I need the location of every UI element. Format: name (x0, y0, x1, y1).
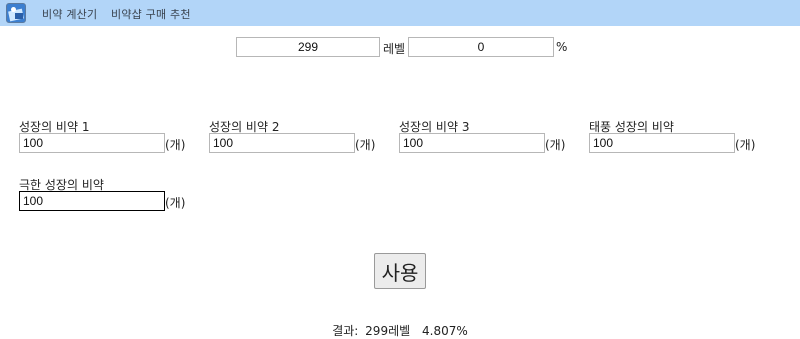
use-button[interactable]: 사용 (374, 253, 426, 289)
percent-label: % (556, 40, 568, 54)
typhoon-potion-unit: (개) (735, 138, 756, 152)
potion-1-input[interactable] (19, 133, 165, 153)
result-level: 299레벨 (365, 324, 411, 338)
typhoon-potion-input[interactable] (589, 133, 735, 153)
potion-3-unit: (개) (545, 138, 566, 152)
top-navbar: 비약 계산기 비약샵 구매 추천 (0, 0, 800, 26)
level-label: 레벨 (383, 42, 406, 56)
app-logo-icon[interactable] (6, 3, 26, 23)
level-input[interactable] (236, 37, 380, 57)
nav-potion-shop-recommend[interactable]: 비약샵 구매 추천 (111, 6, 191, 22)
potion-2-input[interactable] (209, 133, 355, 153)
potion-1-unit: (개) (165, 138, 186, 152)
extreme-potion-input[interactable] (19, 191, 165, 211)
potion-2-unit: (개) (355, 138, 376, 152)
result-percent: 4.807% (422, 324, 468, 338)
result-prefix: 결과: (332, 324, 359, 338)
percent-input[interactable] (408, 37, 554, 57)
result-line: 결과: 299레벨 4.807% (0, 322, 800, 339)
extreme-potion-unit: (개) (165, 196, 186, 210)
nav-potion-calculator[interactable]: 비약 계산기 (42, 6, 97, 22)
potion-3-input[interactable] (399, 133, 545, 153)
